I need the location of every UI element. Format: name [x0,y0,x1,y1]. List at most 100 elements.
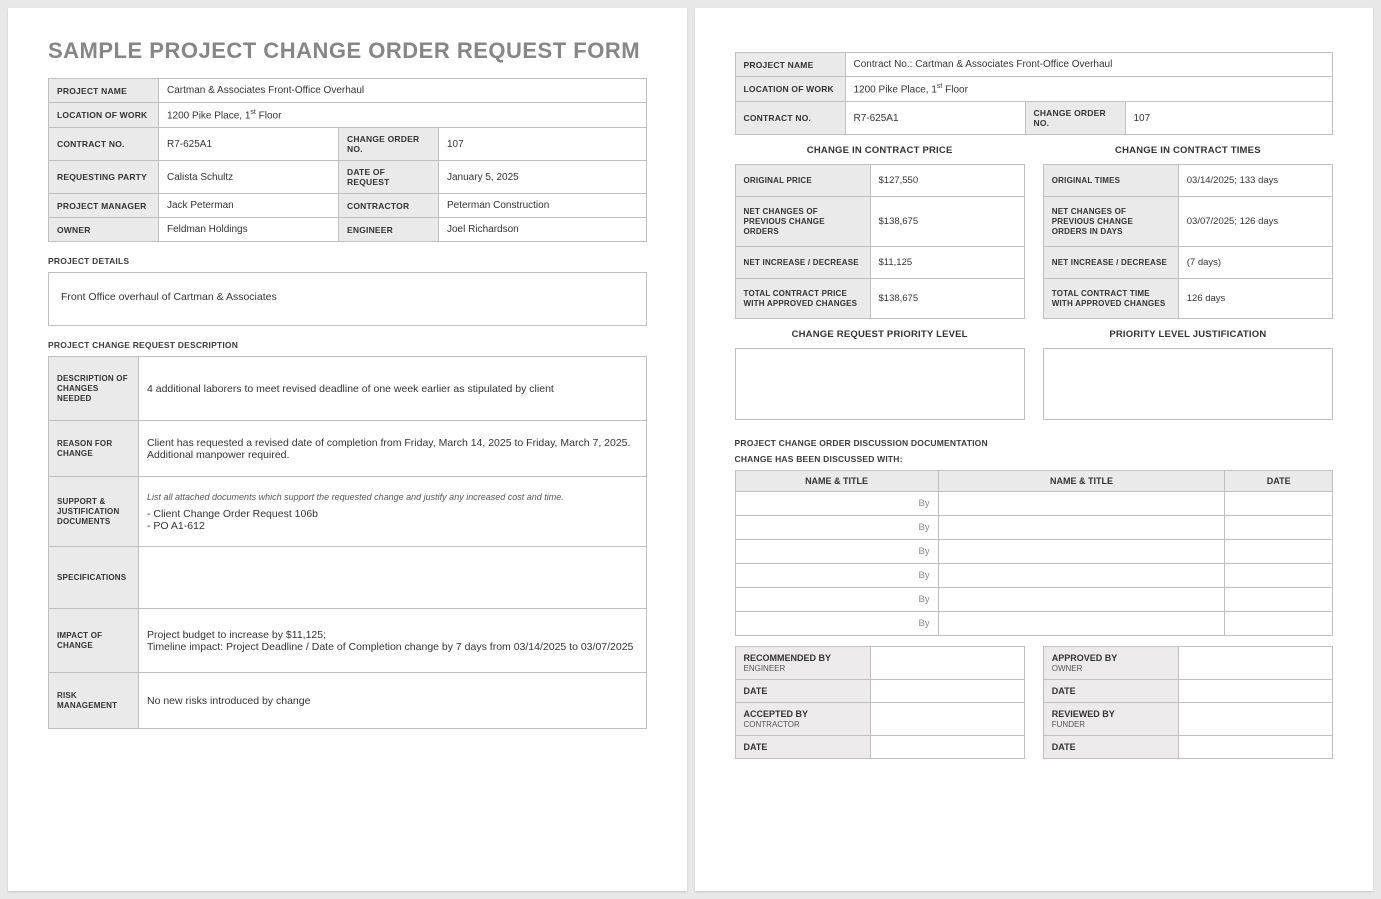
support-docs-value: List all attached documents which suppor… [139,477,647,547]
recommended-by-value [870,647,1024,680]
net-prev-times-label: NET CHANGES OF PREVIOUS CHANGE ORDERS IN… [1043,197,1178,247]
risk-mgmt-label: RISK MANAGEMENT [49,673,139,729]
sign-table-right: APPROVED BYOWNER DATE REVIEWED BYFUNDER … [1043,646,1333,759]
discussion-heading1: PROJECT CHANGE ORDER DISCUSSION DOCUMENT… [735,438,1334,448]
form-title: SAMPLE PROJECT CHANGE ORDER REQUEST FORM [48,38,647,64]
contract-no-label: CONTRACT NO. [49,128,159,161]
approved-by-value [1178,647,1332,680]
discussion-row: By [735,492,1333,516]
app-date-value [1178,680,1332,703]
reviewed-by-value [1178,703,1332,736]
discussion-col-date: DATE [1225,471,1333,492]
net-inc-price-label: NET INCREASE / DECREASE [735,247,870,279]
orig-price-label: ORIGINAL PRICE [735,165,870,197]
rev-date-value [1178,736,1332,759]
change-order-no-label-p2: CHANGE ORDER NO. [1025,102,1125,135]
specifications-label: SPECIFICATIONS [49,547,139,609]
contract-no-label-p2: CONTRACT NO. [735,102,845,135]
net-inc-price-value: $11,125 [870,247,1024,279]
orig-times-value: 03/14/2025; 133 days [1178,165,1332,197]
net-inc-times-label: NET INCREASE / DECREASE [1043,247,1178,279]
discussion-col-name2: NAME & TITLE [938,471,1225,492]
total-price-value: $138,675 [870,279,1024,319]
engineer-value: Joel Richardson [439,218,647,242]
reason-change-value: Client has requested a revised date of c… [139,421,647,477]
accepted-by-label: ACCEPTED BYCONTRACTOR [735,703,870,736]
rec-date-label: DATE [735,680,870,703]
specifications-value [139,547,647,609]
times-table: ORIGINAL TIMES03/14/2025; 133 days NET C… [1043,164,1333,319]
priority-just-box [1043,348,1333,420]
requesting-party-label: REQUESTING PARTY [49,161,159,194]
impact-change-label: IMPACT OF CHANGE [49,609,139,673]
times-heading: CHANGE IN CONTRACT TIMES [1043,139,1333,164]
approved-by-label: APPROVED BYOWNER [1043,647,1178,680]
desc-changes-value: 4 additional laborers to meet revised de… [139,357,647,421]
change-order-no-value: 107 [439,128,647,161]
discussion-row: By [735,564,1333,588]
app-date-label: DATE [1043,680,1178,703]
total-times-value: 126 days [1178,279,1332,319]
date-request-value: January 5, 2025 [439,161,647,194]
header-table-p2: PROJECT NAME Contract No.: Cartman & Ass… [735,52,1334,135]
support-docs-label: SUPPORT & JUSTIFICATION DOCUMENTS [49,477,139,547]
contractor-label: CONTRACTOR [339,194,439,218]
change-desc-heading: PROJECT CHANGE REQUEST DESCRIPTION [48,340,647,350]
total-price-label: TOTAL CONTRACT PRICE WITH APPROVED CHANG… [735,279,870,319]
change-description-table: DESCRIPTION OF CHANGES NEEDED 4 addition… [48,356,647,729]
priority-level-box [735,348,1025,420]
project-name-value: Cartman & Associates Front-Office Overha… [159,79,647,103]
header-table: PROJECT NAME Cartman & Associates Front-… [48,78,647,242]
discussion-row: By [735,540,1333,564]
desc-changes-label: DESCRIPTION OF CHANGES NEEDED [49,357,139,421]
net-prev-price-label: NET CHANGES OF PREVIOUS CHANGE ORDERS [735,197,870,247]
support-note: List all attached documents which suppor… [147,492,638,502]
project-name-label-p2: PROJECT NAME [735,53,845,77]
contract-no-value: R7-625A1 [159,128,339,161]
price-table: ORIGINAL PRICE$127,550 NET CHANGES OF PR… [735,164,1025,319]
discussion-row: By [735,588,1333,612]
requesting-party-value: Calista Schultz [159,161,339,194]
acc-date-value [870,736,1024,759]
page-1: SAMPLE PROJECT CHANGE ORDER REQUEST FORM… [8,8,687,891]
risk-mgmt-value: No new risks introduced by change [139,673,647,729]
price-heading: CHANGE IN CONTRACT PRICE [735,139,1025,164]
reason-change-label: REASON FOR CHANGE [49,421,139,477]
sign-table-left: RECOMMENDED BYENGINEER DATE ACCEPTED BYC… [735,646,1025,759]
location-label-p2: LOCATION OF WORK [735,77,845,102]
discussion-col-name1: NAME & TITLE [735,471,938,492]
discussion-row: By [735,516,1333,540]
project-details-heading: PROJECT DETAILS [48,256,647,266]
location-label: LOCATION OF WORK [49,103,159,128]
priority-level-heading: CHANGE REQUEST PRIORITY LEVEL [735,323,1025,348]
recommended-by-label: RECOMMENDED BYENGINEER [735,647,870,680]
owner-value: Feldman Holdings [159,218,339,242]
net-inc-times-value: (7 days) [1178,247,1332,279]
date-request-label: DATE OF REQUEST [339,161,439,194]
project-manager-label: PROJECT MANAGER [49,194,159,218]
project-details-box: Front Office overhaul of Cartman & Assoc… [48,272,647,326]
page-2: PROJECT NAME Contract No.: Cartman & Ass… [695,8,1374,891]
rec-date-value [870,680,1024,703]
rev-date-label: DATE [1043,736,1178,759]
contractor-value: Peterman Construction [439,194,647,218]
engineer-label: ENGINEER [339,218,439,242]
discussion-row: By [735,612,1333,636]
priority-just-heading: PRIORITY LEVEL JUSTIFICATION [1043,323,1333,348]
project-manager-value: Jack Peterman [159,194,339,218]
accepted-by-value [870,703,1024,736]
discussion-heading2: CHANGE HAS BEEN DISCUSSED WITH: [735,454,1334,464]
contract-no-value-p2: R7-625A1 [845,102,1025,135]
location-value: 1200 Pike Place, 1st Floor [159,103,647,128]
project-name-value-p2: Contract No.: Cartman & Associates Front… [845,53,1333,77]
location-value-p2: 1200 Pike Place, 1st Floor [845,77,1333,102]
acc-date-label: DATE [735,736,870,759]
reviewed-by-label: REVIEWED BYFUNDER [1043,703,1178,736]
change-order-no-label: CHANGE ORDER NO. [339,128,439,161]
change-order-no-value-p2: 107 [1125,102,1333,135]
net-prev-times-value: 03/07/2025; 126 days [1178,197,1332,247]
total-times-label: TOTAL CONTRACT TIME WITH APPROVED CHANGE… [1043,279,1178,319]
orig-times-label: ORIGINAL TIMES [1043,165,1178,197]
impact-change-value: Project budget to increase by $11,125; T… [139,609,647,673]
owner-label: OWNER [49,218,159,242]
